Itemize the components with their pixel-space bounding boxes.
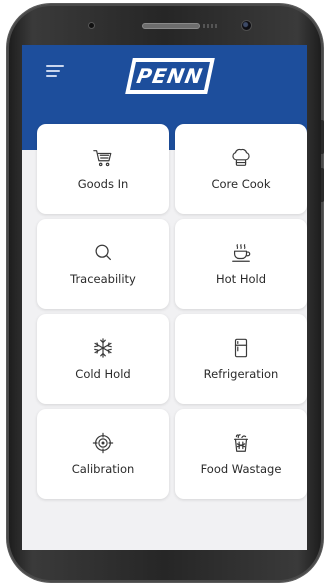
bin-icon [233, 434, 249, 452]
chef-hat-icon [232, 148, 250, 166]
cart-icon [93, 150, 112, 167]
tile-label: Refrigeration [203, 367, 279, 381]
tile-hot-hold[interactable]: Hot Hold [175, 219, 307, 309]
tile-label: Hot Hold [215, 272, 267, 286]
tile-refrigeration[interactable]: Refrigeration [175, 314, 307, 404]
logo-text: PENN [134, 64, 206, 88]
earpiece-speaker [142, 23, 200, 29]
tile-label: Cold Hold [75, 367, 131, 381]
speaker-grille [203, 24, 217, 28]
tile-label: Calibration [71, 462, 135, 476]
front-camera [241, 20, 252, 31]
tile-traceability[interactable]: Traceability [37, 219, 169, 309]
tile-label: Goods In [77, 177, 129, 191]
tile-label: Food Wastage [200, 462, 282, 476]
app-screen: PENN Goods In Core Cook Traceability Hot… [22, 45, 307, 550]
hot-cup-icon [232, 244, 251, 262]
volume-down-button [321, 168, 324, 202]
tile-food-wastage[interactable]: Food Wastage [175, 409, 307, 499]
module-grid: Goods In Core Cook Traceability Hot Hold… [37, 124, 307, 499]
penn-logo: PENN [125, 58, 215, 94]
target-icon [92, 432, 114, 454]
hamburger-menu-icon[interactable] [46, 65, 64, 77]
tile-cold-hold[interactable]: Cold Hold [37, 314, 169, 404]
tile-core-cook[interactable]: Core Cook [175, 124, 307, 214]
tile-label: Traceability [70, 272, 136, 286]
fridge-icon [234, 338, 248, 358]
tile-calibration[interactable]: Calibration [37, 409, 169, 499]
proximity-sensor [88, 22, 95, 29]
tile-label: Core Cook [211, 177, 271, 191]
search-icon [95, 244, 111, 261]
tile-goods-in[interactable]: Goods In [37, 124, 169, 214]
snowflake-icon [94, 338, 112, 358]
volume-up-button [321, 120, 324, 154]
